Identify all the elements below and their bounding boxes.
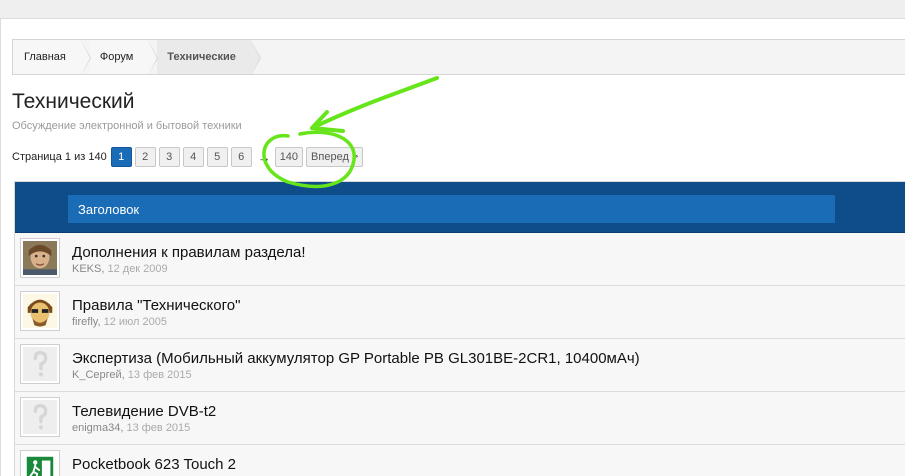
page-2-button[interactable]: 2 <box>134 147 156 167</box>
thread-title[interactable]: Pocketbook 623 Touch 2 <box>72 456 236 473</box>
page-4-button[interactable]: 4 <box>182 147 204 167</box>
pagination-label: Страница 1 из 140 <box>12 151 107 163</box>
thread-row[interactable]: Дополнения к правилам раздела! KEKS, 12 … <box>15 233 905 286</box>
thread-author[interactable]: enigma34 <box>72 422 120 434</box>
page-subtitle: Обсуждение электронной и бытовой техники <box>12 120 242 132</box>
breadcrumb-home[interactable]: Главная <box>13 40 91 74</box>
default-avatar-icon[interactable] <box>20 397 60 437</box>
breadcrumb: Главная Форум Технические <box>12 39 905 75</box>
thread-author[interactable]: KEKS <box>72 263 101 275</box>
thread-date: 12 дек 2009 <box>107 263 168 275</box>
thread-title[interactable]: Дополнения к правилам раздела! <box>72 244 306 261</box>
page-last-button[interactable]: 140 <box>274 147 304 167</box>
thread-meta: K_Сергей, 13 фев 2015 <box>72 369 192 381</box>
thread-title[interactable]: Телевидение DVB-t2 <box>72 403 216 420</box>
next-page-button[interactable]: Вперед > <box>306 147 364 167</box>
cartoon-avatar-icon[interactable] <box>20 291 60 331</box>
thread-date: 13 фев 2015 <box>127 369 192 381</box>
thread-author[interactable]: firefly <box>72 316 97 328</box>
thread-meta: enigma34, 13 фев 2015 <box>72 422 191 434</box>
thread-row[interactable]: Pocketbook 623 Touch 2 <box>15 445 905 476</box>
page-3-button[interactable]: 3 <box>158 147 180 167</box>
page-5-button[interactable]: 5 <box>206 147 228 167</box>
page-6-button[interactable]: 6 <box>230 147 252 167</box>
breadcrumb-forum[interactable]: Форум <box>89 40 159 74</box>
thread-row[interactable]: Экспертиза (Мобильный аккумулятор GP Por… <box>15 339 905 392</box>
photo-avatar-icon[interactable] <box>20 238 60 278</box>
thread-author[interactable]: K_Сергей <box>72 369 122 381</box>
thread-date: 12 июл 2005 <box>103 316 167 328</box>
page-title: Технический <box>12 90 135 113</box>
thread-date: 13 фев 2015 <box>126 422 191 434</box>
pagination-arrow-icon: → <box>257 149 271 165</box>
thread-title[interactable]: Правила "Технического" <box>72 297 240 314</box>
thread-meta: KEKS, 12 дек 2009 <box>72 263 168 275</box>
page-container: Главная Форум Технические Технический Об… <box>0 18 905 476</box>
thread-row[interactable]: Правила "Технического" firefly, 12 июл 2… <box>15 286 905 339</box>
exit-sign-avatar-icon[interactable] <box>20 450 60 476</box>
pagination: Страница 1 из 140 1 2 3 4 5 6 → 140 Впер… <box>12 147 366 167</box>
thread-list: Заголовок Дополнения к правилам раздела!… <box>14 181 905 476</box>
default-avatar-icon[interactable] <box>20 344 60 384</box>
thread-row[interactable]: Телевидение DVB-t2 enigma34, 13 фев 2015 <box>15 392 905 445</box>
column-header-title[interactable]: Заголовок <box>68 195 835 223</box>
thread-meta: firefly, 12 июл 2005 <box>72 316 167 328</box>
page-1-button[interactable]: 1 <box>110 147 132 167</box>
thread-title[interactable]: Экспертиза (Мобильный аккумулятор GP Por… <box>72 350 640 367</box>
breadcrumb-technical[interactable]: Технические <box>157 40 261 74</box>
thread-list-header: Заголовок <box>15 182 905 233</box>
